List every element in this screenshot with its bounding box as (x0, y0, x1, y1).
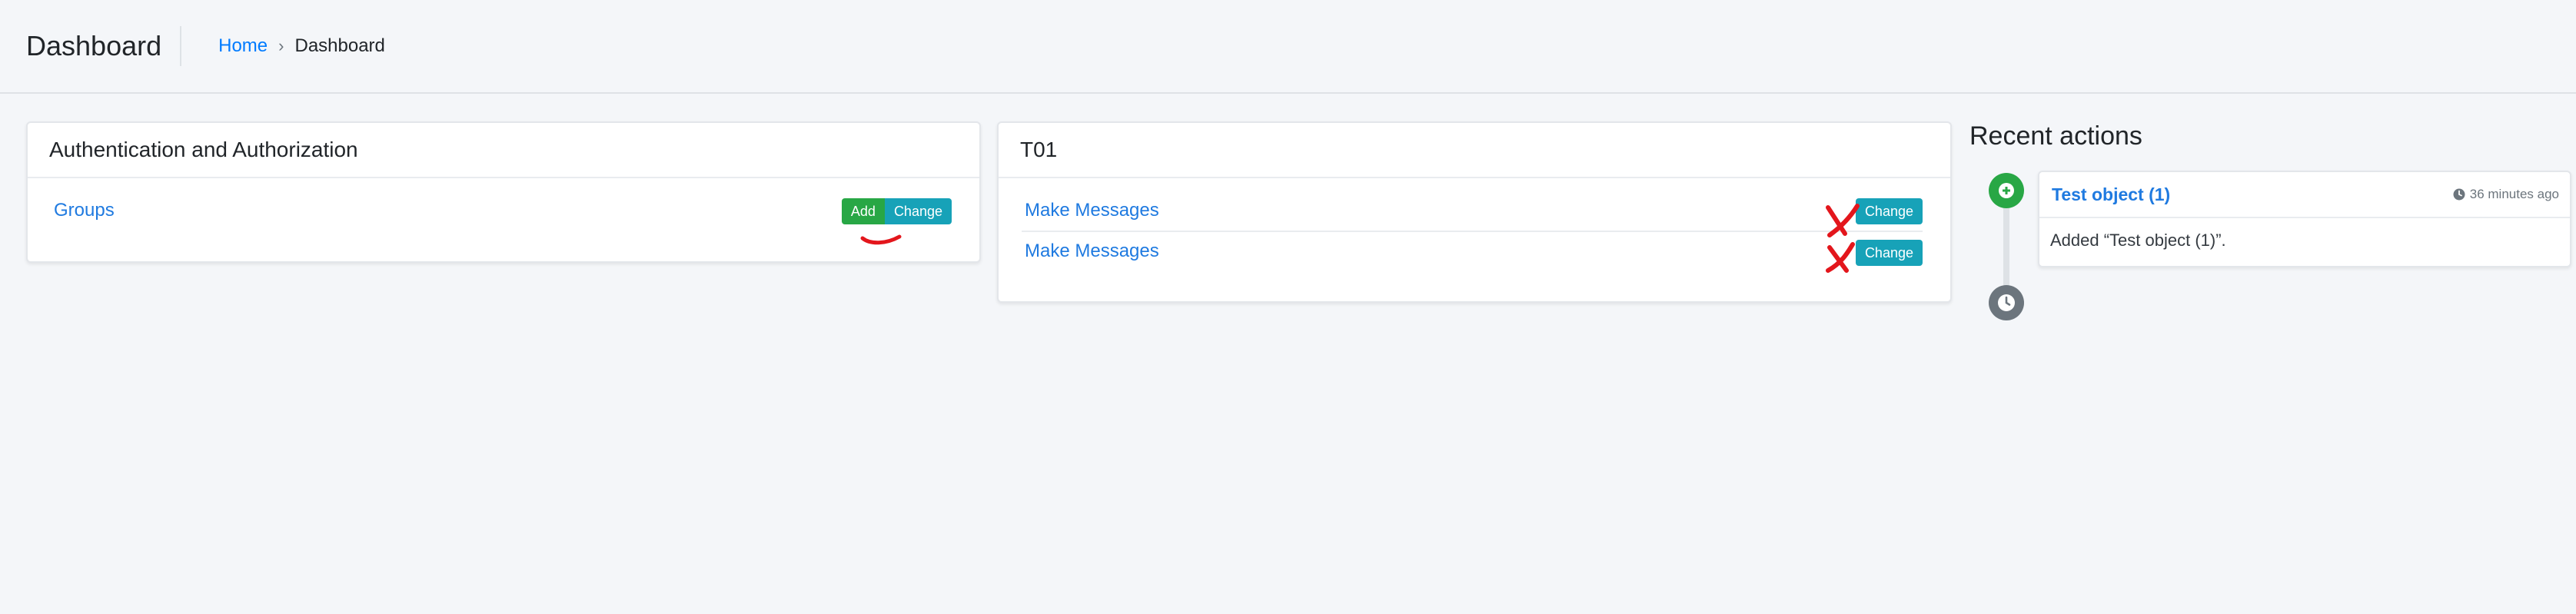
breadcrumb-current: Dashboard (294, 35, 385, 56)
change-button[interactable]: Change (884, 198, 952, 224)
model-row-make-messages: Make Messages Change (1022, 231, 1923, 270)
plus-circle-icon (1989, 173, 2024, 208)
app-card-header: Authentication and Authorization (28, 123, 979, 178)
page-header: Dashboard Home › Dashboard (0, 0, 2576, 94)
model-link-make-messages[interactable]: Make Messages (1025, 200, 1159, 221)
model-actions: Add Change (841, 198, 952, 224)
change-button[interactable]: Change (1855, 240, 1923, 266)
model-actions: Change (1855, 198, 1923, 224)
page-title: Dashboard (26, 26, 182, 66)
clock-icon (2453, 188, 2465, 201)
app-card-header: T01 (999, 123, 1950, 178)
model-actions: Change (1855, 240, 1923, 266)
breadcrumb: Home › Dashboard (218, 35, 385, 57)
clock-icon (1989, 285, 2024, 320)
recent-action-item: Test object (1) 36 minutes ago Added “Te… (2038, 171, 2571, 267)
model-row-make-messages: Make Messages Change (999, 191, 1950, 231)
app-card-t01: T01 Make Messages Change Make Messages C… (997, 121, 1952, 303)
model-row-groups: Groups Add Change (28, 191, 979, 231)
breadcrumb-home-link[interactable]: Home (218, 35, 268, 57)
recent-action-object-link[interactable]: Test object (1) (2052, 184, 2170, 205)
model-link-groups[interactable]: Groups (54, 200, 115, 221)
recent-actions-title: Recent actions (1969, 121, 2142, 151)
app-card-auth: Authentication and Authorization Groups … (26, 121, 981, 263)
recent-action-time-text: 36 minutes ago (2469, 187, 2559, 201)
change-button[interactable]: Change (1855, 198, 1923, 224)
recent-action-time: 36 minutes ago (2453, 187, 2559, 202)
add-button[interactable]: Add (841, 198, 885, 224)
recent-action-message: Added “Test object (1)”. (2050, 231, 2226, 250)
model-link-make-messages[interactable]: Make Messages (1025, 241, 1159, 262)
breadcrumb-separator: › (278, 36, 284, 55)
recent-action-header: Test object (1) 36 minutes ago (2039, 172, 2570, 218)
